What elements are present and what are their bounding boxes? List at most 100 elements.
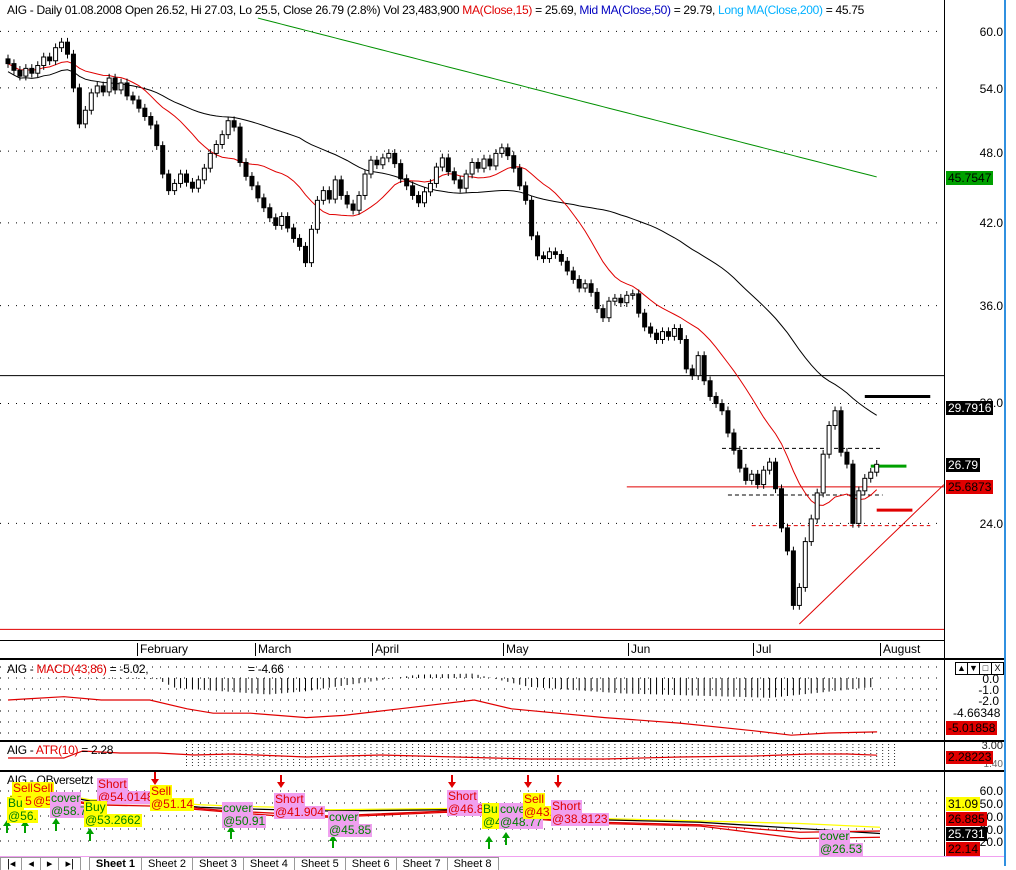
candle-up xyxy=(546,251,552,260)
candle-down xyxy=(737,449,743,469)
candle-down xyxy=(326,190,332,200)
price-tick: 24.0 xyxy=(979,517,1003,531)
signal-short-price: @41.904 xyxy=(274,805,325,819)
candle-up xyxy=(23,67,29,77)
candle-up xyxy=(195,179,201,189)
month-label: August xyxy=(880,643,920,656)
candle-up xyxy=(761,469,767,486)
tab-sheet-4[interactable]: Sheet 4 xyxy=(242,857,295,870)
candle-down xyxy=(142,107,148,118)
month-label: March xyxy=(255,643,291,656)
sell-arrow-icon xyxy=(448,775,456,788)
sell-arrow-icon xyxy=(277,775,285,788)
signal-short-price: @46.8 xyxy=(447,802,485,816)
candle-down xyxy=(451,171,457,181)
sell-arrow-icon xyxy=(554,775,562,788)
candle-down xyxy=(249,175,255,187)
candle-up xyxy=(624,294,630,304)
candle-down xyxy=(303,245,308,264)
candle-up xyxy=(35,65,41,74)
candle-up xyxy=(332,179,338,200)
signal-cover-price: @50.91 xyxy=(222,814,267,828)
tab-sheet-7[interactable]: Sheet 7 xyxy=(395,857,448,870)
candle-down xyxy=(267,207,273,219)
buy-arrow-icon xyxy=(86,828,94,841)
prev-sheet-button[interactable]: ◂ xyxy=(21,857,41,870)
macd-pane[interactable]: AIG - MACD(43,86) = -5.02, = -4.66 0.0 -… xyxy=(0,660,1004,742)
tab-sheet-5[interactable]: Sheet 5 xyxy=(293,857,346,870)
candle-down xyxy=(558,253,564,262)
candle-down xyxy=(76,87,82,125)
candle-down xyxy=(618,297,624,304)
candle-up xyxy=(856,490,862,524)
candle-down xyxy=(725,410,731,434)
candle-down xyxy=(112,77,118,91)
signals-pane[interactable]: AIG - OBversetzt 60.0 50.0 40.0 30.0 20.… xyxy=(0,772,1004,856)
atr-tick-top: 3.00 xyxy=(981,742,1003,752)
candle-down xyxy=(773,461,779,490)
candle-down xyxy=(689,368,695,377)
candle-up xyxy=(362,173,368,196)
candle-up xyxy=(201,167,207,181)
candle-down xyxy=(136,99,142,109)
tab-sheet-1[interactable]: Sheet 1 xyxy=(88,857,143,870)
month-label: Jun xyxy=(628,643,650,656)
candle-down xyxy=(392,152,398,165)
next-sheet-button[interactable]: ▸ xyxy=(39,857,60,870)
candle-up xyxy=(767,461,773,471)
atr-symbol: AIG - xyxy=(7,743,36,757)
candle-down xyxy=(677,328,683,341)
candle-up xyxy=(612,297,618,302)
candle-up xyxy=(94,85,100,94)
candle-down xyxy=(398,163,404,180)
candle-up xyxy=(82,109,88,125)
macd-chart[interactable] xyxy=(0,660,1004,740)
macd-label: MACD(43,86) xyxy=(36,662,107,676)
tab-sheet-6[interactable]: Sheet 6 xyxy=(344,857,397,870)
candle-down xyxy=(100,85,106,93)
tab-sheet-2[interactable]: Sheet 2 xyxy=(141,857,193,870)
candle-up xyxy=(439,157,445,168)
candle-up xyxy=(88,92,94,111)
candle-down xyxy=(588,283,594,293)
candle-down xyxy=(231,120,237,128)
candle-up xyxy=(796,586,802,606)
candle-up xyxy=(422,191,427,204)
candle-down xyxy=(743,467,749,481)
signal-cover-price: @26.53 xyxy=(819,842,864,856)
candle-up xyxy=(386,152,392,159)
price-axis: 60.0 54.0 48.0 42.0 36.0 30.0 24.0 45.75… xyxy=(944,0,1005,658)
black-line-tag: 25.731 xyxy=(946,827,987,841)
ma50-label: Mid MA(Close,50) xyxy=(579,3,671,17)
tab-sheet-8[interactable]: Sheet 8 xyxy=(446,857,499,870)
candle-down xyxy=(523,185,529,201)
pane-close-button[interactable]: X xyxy=(991,662,1004,675)
candle-down xyxy=(189,181,195,189)
sheet-tabs: |◂ ◂ ▸ ▸| Sheet 1 Sheet 2 Sheet 3 Sheet 4 Sheet… xyxy=(0,856,1004,870)
candle-down xyxy=(535,235,541,257)
candle-down xyxy=(600,308,606,319)
candle-down xyxy=(65,41,70,55)
side-toolbar[interactable] xyxy=(1004,0,1016,866)
red-line-tag-2: 22.14 xyxy=(946,842,981,856)
last-sheet-button[interactable]: ▸| xyxy=(58,857,81,870)
candle-up xyxy=(59,41,65,49)
macd-title: AIG - MACD(43,86) = -5.02, xyxy=(7,662,149,676)
candle-up xyxy=(630,293,636,296)
atr-chart[interactable] xyxy=(0,742,1004,770)
candle-down xyxy=(297,237,303,247)
tab-sheet-3[interactable]: Sheet 3 xyxy=(191,857,244,870)
atr-pane[interactable]: AIG - ATR(10) = 2.28 1.40 2.28223 3.00 xyxy=(0,742,1004,772)
candle-up xyxy=(118,82,124,91)
price-chart[interactable] xyxy=(0,0,1004,658)
candle-down xyxy=(29,67,35,74)
candle-down xyxy=(707,380,713,397)
price-pane[interactable]: AIG - Daily 01.08.2008 Open 26.52, Hi 27… xyxy=(0,0,1004,660)
candle-down xyxy=(564,260,570,272)
candle-down xyxy=(374,159,380,166)
first-sheet-button[interactable]: |◂ xyxy=(0,857,23,870)
candle-up xyxy=(868,471,874,479)
signal-buy-price: @56. xyxy=(7,809,38,823)
atr-axis: 1.40 2.28223 3.00 xyxy=(944,742,1005,770)
candle-up xyxy=(380,157,386,166)
